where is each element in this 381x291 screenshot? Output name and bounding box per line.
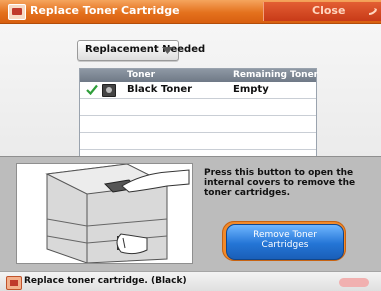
close-label: Close	[312, 4, 346, 17]
toner-table: Toner Remaining Toner Black Toner Empty	[79, 68, 319, 167]
status-message: Replace toner cartridge. (Black)	[24, 276, 187, 286]
status-indicator[interactable]	[339, 278, 369, 287]
table-row[interactable]	[80, 99, 316, 116]
column-header-remaining-toner: Remaining Toner	[233, 70, 319, 80]
table-row[interactable]: Black Toner Empty	[80, 82, 316, 99]
table-header: Toner Remaining Toner	[80, 69, 319, 82]
filter-selected-label: Replacement Needed	[85, 44, 206, 55]
remove-button-label-line2: Cartridges	[261, 240, 309, 250]
column-header-toner: Toner	[127, 70, 156, 80]
close-arrow-icon	[368, 8, 377, 15]
toner-icon	[102, 84, 116, 97]
remove-button-label-line1: Remove Toner	[253, 230, 317, 240]
warning-icon	[8, 4, 26, 20]
instruction-panel: Press this button to open the internal c…	[0, 156, 381, 271]
toner-remaining: Empty	[233, 84, 269, 95]
status-bar: Replace toner cartridge. (Black)	[0, 271, 381, 291]
warning-icon	[6, 276, 22, 290]
filter-dropdown[interactable]: Replacement Needed	[77, 40, 205, 61]
toner-replacement-screen: Replace Toner Cartridge Close Replacemen…	[0, 0, 381, 291]
table-row[interactable]	[80, 116, 316, 133]
close-button[interactable]: Close	[263, 2, 381, 21]
table-row[interactable]	[80, 133, 316, 150]
toner-name: Black Toner	[127, 84, 193, 95]
remove-button-highlight: Remove Toner Cartridges	[222, 221, 346, 261]
instruction-text: Press this button to open the internal c…	[204, 168, 356, 198]
remove-button-label: Remove Toner Cartridges	[227, 230, 343, 250]
window-title: Replace Toner Cartridge	[30, 4, 180, 17]
toner-list-area: Replacement Needed Toner Remaining Toner…	[0, 24, 381, 167]
printer-illustration	[16, 163, 193, 264]
chevron-down-icon	[162, 47, 173, 54]
check-icon	[86, 84, 98, 95]
remove-toner-cartridges-button[interactable]: Remove Toner Cartridges	[226, 224, 344, 260]
title-bar: Replace Toner Cartridge Close	[0, 0, 381, 24]
